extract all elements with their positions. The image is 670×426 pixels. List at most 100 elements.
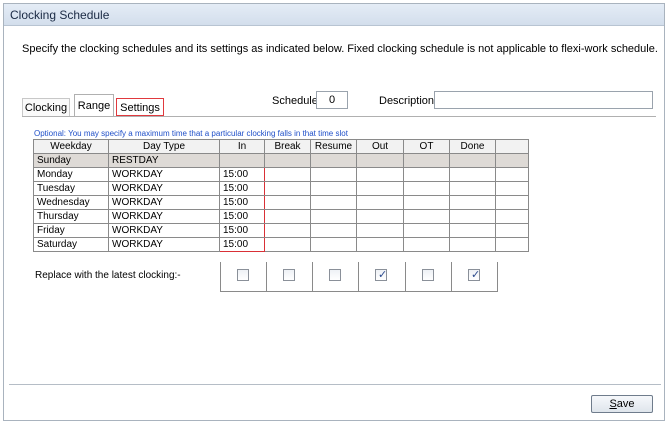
checkbox-cell-ot <box>406 262 452 291</box>
clocking-table: Weekday Day Type In Break Resume Out OT … <box>33 139 529 252</box>
break-cell[interactable] <box>264 153 311 168</box>
out-cell[interactable] <box>356 167 404 182</box>
done-cell[interactable] <box>449 153 496 168</box>
weekday-cell: Monday <box>33 167 109 182</box>
day-type-cell[interactable]: RESTDAY <box>108 153 220 168</box>
tab-divider <box>22 116 656 117</box>
description-field[interactable] <box>434 91 653 109</box>
col-header-blank <box>495 139 529 154</box>
out-cell[interactable] <box>356 195 404 210</box>
day-type-cell[interactable]: WORKDAY <box>108 167 220 182</box>
resume-cell[interactable] <box>310 153 357 168</box>
day-type-cell[interactable]: WORKDAY <box>108 223 220 238</box>
replace-checkbox-row: ✓ ✓ <box>220 262 498 292</box>
ot-cell[interactable] <box>403 195 450 210</box>
table-header-row: Weekday Day Type In Break Resume Out OT … <box>33 139 529 154</box>
instructions-text: Specify the clocking schedules and its s… <box>22 43 658 55</box>
day-type-cell[interactable]: WORKDAY <box>108 195 220 210</box>
replace-ot-checkbox[interactable] <box>422 269 434 281</box>
col-header-done: Done <box>449 139 496 154</box>
extra-cell <box>495 195 529 210</box>
resume-cell[interactable] <box>310 195 357 210</box>
ot-cell[interactable] <box>403 181 450 196</box>
done-cell[interactable] <box>449 195 496 210</box>
checkbox-cell-break <box>267 262 313 291</box>
table-row[interactable]: Friday WORKDAY 15:00 <box>33 223 529 238</box>
tab-settings[interactable]: Settings <box>116 98 164 116</box>
col-header-day-type: Day Type <box>108 139 220 154</box>
checkbox-cell-out: ✓ <box>359 262 406 291</box>
col-header-ot: OT <box>403 139 450 154</box>
extra-cell <box>495 181 529 196</box>
done-cell[interactable] <box>449 167 496 182</box>
ot-cell[interactable] <box>403 167 450 182</box>
in-cell[interactable]: 15:00 <box>219 237 265 252</box>
resume-cell[interactable] <box>310 167 357 182</box>
day-type-cell[interactable]: WORKDAY <box>108 181 220 196</box>
col-header-out: Out <box>356 139 404 154</box>
table-row[interactable]: Wednesday WORKDAY 15:00 <box>33 195 529 210</box>
out-cell[interactable] <box>356 237 404 252</box>
replace-latest-label: Replace with the latest clocking:- <box>35 270 181 281</box>
table-row[interactable]: Monday WORKDAY 15:00 <box>33 167 529 182</box>
resume-cell[interactable] <box>310 181 357 196</box>
replace-resume-checkbox[interactable] <box>329 269 341 281</box>
replace-done-checkbox[interactable]: ✓ <box>468 269 480 281</box>
save-button[interactable]: Save <box>591 395 653 413</box>
break-cell[interactable] <box>264 223 311 238</box>
window-title: Clocking Schedule <box>10 8 110 22</box>
table-row[interactable]: Tuesday WORKDAY 15:00 <box>33 181 529 196</box>
ot-cell[interactable] <box>403 153 450 168</box>
resume-cell[interactable] <box>310 223 357 238</box>
done-cell[interactable] <box>449 209 496 224</box>
replace-break-checkbox[interactable] <box>283 269 295 281</box>
in-cell[interactable]: 15:00 <box>219 223 265 238</box>
out-cell[interactable] <box>356 209 404 224</box>
table-row[interactable]: Thursday WORKDAY 15:00 <box>33 209 529 224</box>
out-cell[interactable] <box>356 181 404 196</box>
col-header-break: Break <box>264 139 311 154</box>
done-cell[interactable] <box>449 223 496 238</box>
in-cell[interactable]: 15:00 <box>219 181 265 196</box>
checkmark-icon: ✓ <box>378 269 388 281</box>
table-row[interactable]: Saturday WORKDAY 15:00 <box>33 237 529 252</box>
schedule-label: Schedule <box>272 95 318 107</box>
description-label: Description <box>379 95 435 107</box>
replace-in-checkbox[interactable] <box>237 269 249 281</box>
in-cell[interactable]: 15:00 <box>219 167 265 182</box>
extra-cell <box>495 167 529 182</box>
done-cell[interactable] <box>449 181 496 196</box>
checkbox-cell-done: ✓ <box>452 262 498 291</box>
ot-cell[interactable] <box>403 209 450 224</box>
in-cell[interactable] <box>219 153 265 168</box>
in-cell[interactable]: 15:00 <box>219 195 265 210</box>
out-cell[interactable] <box>356 153 404 168</box>
schedule-field[interactable]: 0 <box>316 91 348 109</box>
tab-range[interactable]: Range <box>74 94 114 116</box>
break-cell[interactable] <box>264 181 311 196</box>
out-cell[interactable] <box>356 223 404 238</box>
replace-out-checkbox[interactable]: ✓ <box>375 269 387 281</box>
weekday-cell: Sunday <box>33 153 109 168</box>
save-label-rest: ave <box>616 398 635 410</box>
tab-clocking[interactable]: Clocking <box>22 98 70 116</box>
break-cell[interactable] <box>264 167 311 182</box>
optional-note: Optional: You may specify a maximum time… <box>34 129 348 138</box>
day-type-cell[interactable]: WORKDAY <box>108 237 220 252</box>
break-cell[interactable] <box>264 195 311 210</box>
resume-cell[interactable] <box>310 209 357 224</box>
table-row[interactable]: Sunday RESTDAY <box>33 153 529 168</box>
col-header-in: In <box>219 139 265 154</box>
resume-cell[interactable] <box>310 237 357 252</box>
extra-cell <box>495 237 529 252</box>
day-type-cell[interactable]: WORKDAY <box>108 209 220 224</box>
weekday-cell: Thursday <box>33 209 109 224</box>
ot-cell[interactable] <box>403 223 450 238</box>
break-cell[interactable] <box>264 237 311 252</box>
save-mnemonic: S <box>609 398 617 410</box>
in-cell[interactable]: 15:00 <box>219 209 265 224</box>
col-header-weekday: Weekday <box>33 139 109 154</box>
break-cell[interactable] <box>264 209 311 224</box>
done-cell[interactable] <box>449 237 496 252</box>
ot-cell[interactable] <box>403 237 450 252</box>
